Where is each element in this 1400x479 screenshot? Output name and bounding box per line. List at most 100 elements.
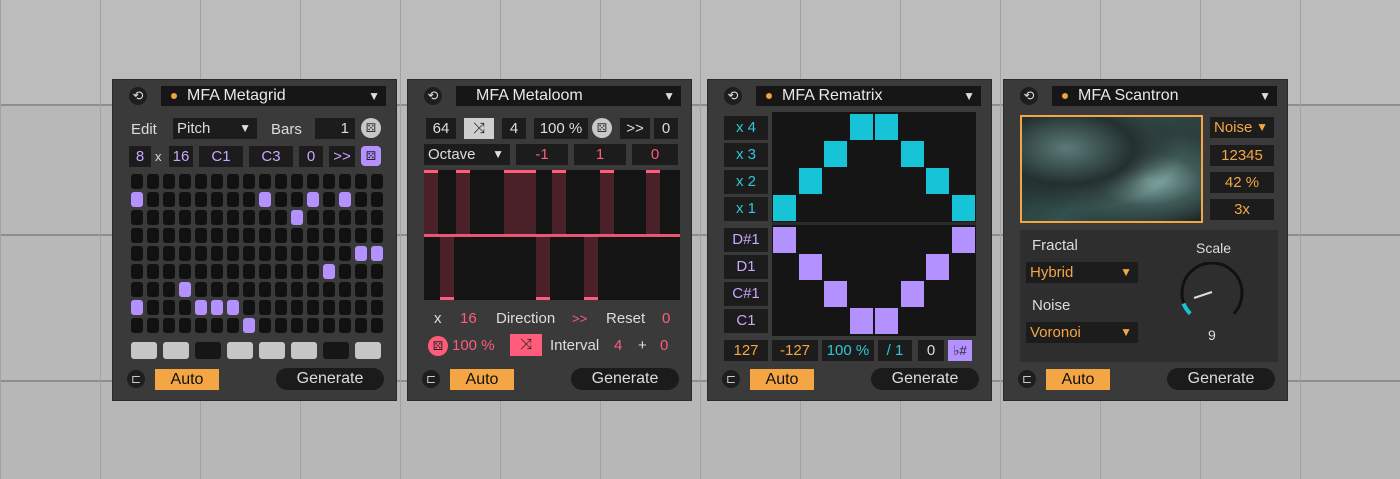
grid-cell[interactable] bbox=[131, 192, 143, 207]
dice-purple-icon[interactable]: ⚄ bbox=[361, 146, 381, 166]
grid-cell[interactable] bbox=[291, 210, 303, 225]
grid-cell[interactable] bbox=[243, 228, 255, 243]
grid-cell[interactable] bbox=[307, 282, 319, 297]
auto-button[interactable]: Auto bbox=[750, 369, 814, 390]
grid-cell[interactable] bbox=[163, 318, 175, 333]
interval-offset-field[interactable]: 0 bbox=[660, 336, 668, 356]
grid-cell[interactable] bbox=[211, 192, 223, 207]
param-select[interactable]: Octave ▼ bbox=[424, 144, 510, 165]
grid-cell[interactable] bbox=[195, 318, 207, 333]
grid-cell[interactable] bbox=[179, 228, 191, 243]
length-field[interactable]: 16 bbox=[169, 146, 193, 167]
grid-cell[interactable] bbox=[195, 192, 207, 207]
noise-select[interactable]: Voronoi ▼ bbox=[1026, 322, 1138, 343]
step-toggle[interactable] bbox=[355, 342, 381, 359]
row-label[interactable]: C1 bbox=[724, 309, 768, 333]
grid-cell[interactable] bbox=[163, 228, 175, 243]
auto-button[interactable]: Auto bbox=[1046, 369, 1110, 390]
matrix-cell[interactable] bbox=[900, 141, 924, 167]
grid-cell[interactable] bbox=[259, 300, 271, 315]
generate-button[interactable]: Generate bbox=[1167, 368, 1275, 390]
speed-field[interactable]: 3x bbox=[1210, 199, 1274, 220]
grid-cell[interactable] bbox=[179, 264, 191, 279]
grid-cell[interactable] bbox=[371, 192, 383, 207]
grid-cell[interactable] bbox=[131, 174, 143, 189]
grid-cell[interactable] bbox=[339, 192, 351, 207]
grid-cell[interactable] bbox=[163, 282, 175, 297]
grid-cell[interactable] bbox=[179, 210, 191, 225]
grid-cell[interactable] bbox=[307, 192, 319, 207]
grid-cell[interactable] bbox=[195, 174, 207, 189]
amount-field[interactable]: 100 % bbox=[822, 340, 874, 361]
shuffle-icon[interactable]: ⤨ bbox=[464, 118, 494, 139]
steps-field[interactable]: 64 bbox=[426, 118, 456, 139]
grid-cell[interactable] bbox=[195, 264, 207, 279]
grid-cell[interactable] bbox=[131, 210, 143, 225]
grid-cell[interactable] bbox=[339, 282, 351, 297]
grid-cell[interactable] bbox=[291, 264, 303, 279]
center-field[interactable]: 0 bbox=[632, 144, 678, 165]
grid-cell[interactable] bbox=[163, 300, 175, 315]
link-icon[interactable]: ⊏ bbox=[422, 370, 440, 388]
grid-cell[interactable] bbox=[179, 300, 191, 315]
grid-cell[interactable] bbox=[371, 210, 383, 225]
grid-cell[interactable] bbox=[323, 174, 335, 189]
grid-cell[interactable] bbox=[163, 192, 175, 207]
grid-cell[interactable] bbox=[227, 282, 239, 297]
grid-cell[interactable] bbox=[275, 228, 287, 243]
shuffle-icon[interactable]: ⤨ bbox=[510, 334, 542, 356]
grid-cell[interactable] bbox=[227, 318, 239, 333]
grid-cell[interactable] bbox=[227, 300, 239, 315]
step-toggle[interactable] bbox=[163, 342, 189, 359]
grid-cell[interactable] bbox=[339, 264, 351, 279]
matrix-cell[interactable] bbox=[824, 141, 847, 167]
grid-cell[interactable] bbox=[339, 174, 351, 189]
matrix-cell[interactable] bbox=[951, 195, 975, 221]
grid-cell[interactable] bbox=[323, 228, 335, 243]
grid-cell[interactable] bbox=[307, 300, 319, 315]
grid-cell[interactable] bbox=[147, 264, 159, 279]
grid-cell[interactable] bbox=[131, 264, 143, 279]
metaloom-graph[interactable] bbox=[424, 170, 680, 300]
grid-cell[interactable] bbox=[195, 300, 207, 315]
dice-icon[interactable]: ⚄ bbox=[361, 118, 381, 138]
row-label[interactable]: D#1 bbox=[724, 228, 768, 252]
grid-cell[interactable] bbox=[323, 210, 335, 225]
grid-cell[interactable] bbox=[355, 174, 367, 189]
min-field[interactable]: -127 bbox=[772, 340, 818, 361]
matrix-cell[interactable] bbox=[773, 195, 796, 221]
grid-cell[interactable] bbox=[163, 174, 175, 189]
grid-cell[interactable] bbox=[211, 246, 223, 261]
bars-field[interactable]: 1 bbox=[315, 118, 355, 139]
generate-button[interactable]: Generate bbox=[276, 368, 384, 390]
step-toggle[interactable] bbox=[227, 342, 253, 359]
length-field[interactable]: 16 bbox=[460, 309, 477, 329]
grid-cell[interactable] bbox=[211, 264, 223, 279]
reset-field[interactable]: 0 bbox=[662, 309, 670, 329]
grid-cell[interactable] bbox=[211, 174, 223, 189]
grid-cell[interactable] bbox=[131, 246, 143, 261]
grid-cell[interactable] bbox=[259, 264, 271, 279]
grid-cell[interactable] bbox=[131, 228, 143, 243]
grid-cell[interactable] bbox=[259, 174, 271, 189]
low-note-field[interactable]: C1 bbox=[199, 146, 243, 167]
grid-cell[interactable] bbox=[355, 246, 367, 261]
grid-cell[interactable] bbox=[179, 174, 191, 189]
fractal-select[interactable]: Hybrid ▼ bbox=[1026, 262, 1138, 283]
min-field[interactable]: -1 bbox=[516, 144, 568, 165]
step-toggle[interactable] bbox=[259, 342, 285, 359]
offset-field[interactable]: 0 bbox=[299, 146, 323, 167]
grid-cell[interactable] bbox=[243, 210, 255, 225]
high-note-field[interactable]: C3 bbox=[249, 146, 293, 167]
grid-cell[interactable] bbox=[227, 174, 239, 189]
grid-cell[interactable] bbox=[227, 228, 239, 243]
matrix-cell[interactable] bbox=[773, 227, 796, 253]
matrix-cell[interactable] bbox=[849, 308, 873, 334]
power-icon[interactable]: ⟲ bbox=[724, 87, 742, 105]
matrix-cell[interactable] bbox=[926, 254, 949, 280]
grid-cell[interactable] bbox=[355, 318, 367, 333]
grid-cell[interactable] bbox=[195, 210, 207, 225]
grid-cell[interactable] bbox=[179, 246, 191, 261]
grid-cell[interactable] bbox=[243, 282, 255, 297]
dice-icon[interactable]: ⚄ bbox=[592, 118, 612, 138]
